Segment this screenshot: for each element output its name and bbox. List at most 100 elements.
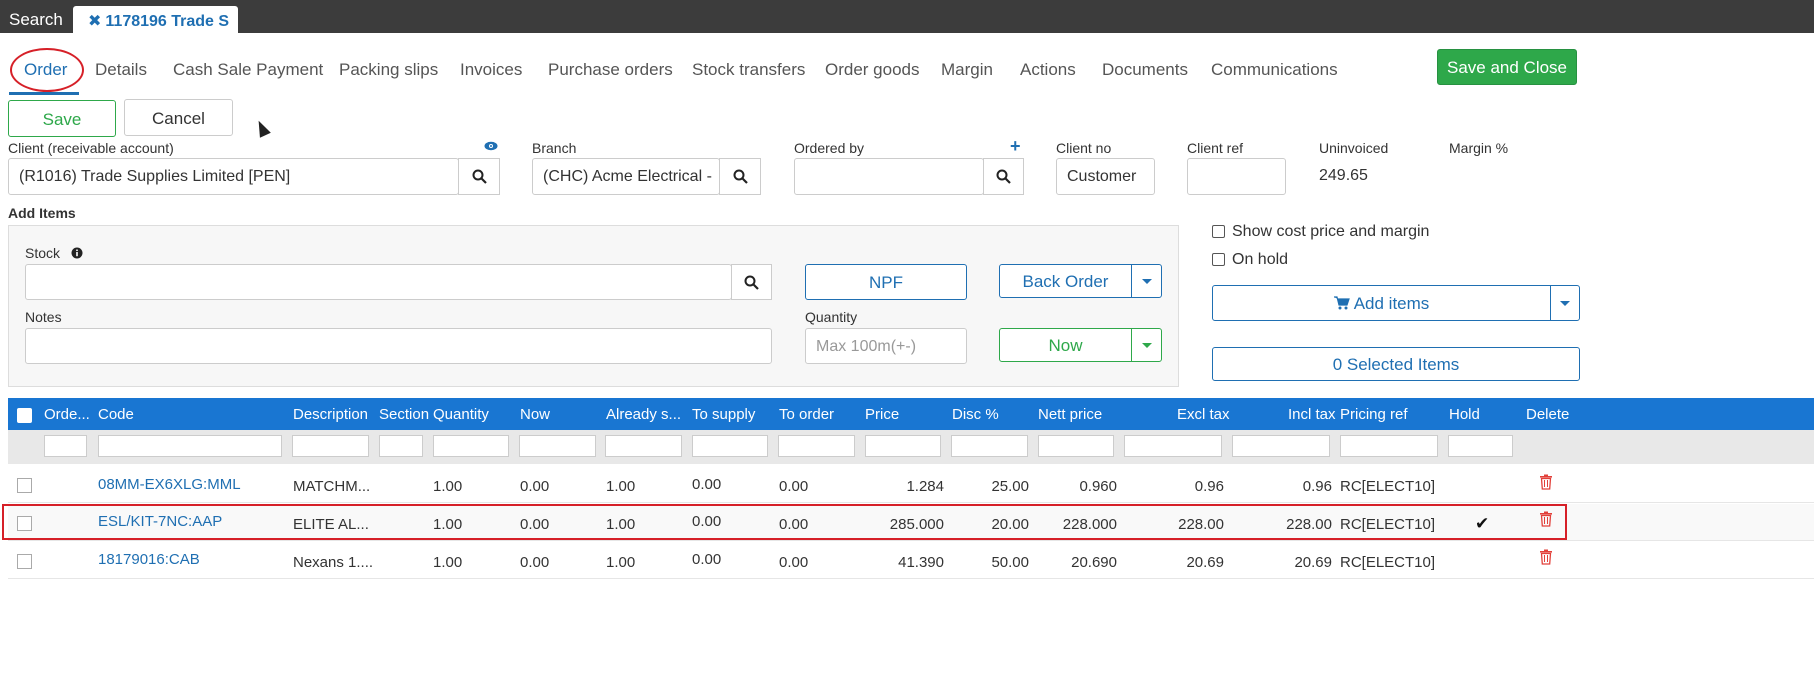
row-pricing-ref: RC[ELECT10]	[1340, 478, 1436, 495]
show-cost-checkbox[interactable]	[1212, 225, 1225, 238]
col-hold[interactable]: Hold	[1449, 406, 1480, 423]
col-excl-tax[interactable]: Excl tax	[1177, 406, 1230, 423]
ordered-by-search-button[interactable]	[983, 158, 1024, 195]
filter-nett[interactable]	[1038, 435, 1114, 457]
tab-packing-slips[interactable]: Packing slips	[339, 60, 438, 80]
back-order-button[interactable]: Back Order	[999, 264, 1132, 298]
row-code-link[interactable]: 08MM-EX6XLG:MML	[98, 476, 241, 493]
tab-invoices[interactable]: Invoices	[460, 60, 522, 80]
row-code-link[interactable]: 18179016:CAB	[98, 551, 200, 568]
tab-cash-sale-payment[interactable]: Cash Sale Payment	[173, 60, 323, 80]
selected-items-button[interactable]: 0 Selected Items	[1212, 347, 1580, 381]
back-order-dropdown[interactable]	[1131, 264, 1162, 298]
row-disc[interactable]: 50.00	[951, 554, 1029, 571]
filter-already[interactable]	[605, 435, 682, 457]
on-hold-checkbox[interactable]	[1212, 253, 1225, 266]
stock-label: Stock	[25, 245, 61, 261]
branch-search-button[interactable]	[719, 158, 761, 195]
filter-section[interactable]	[379, 435, 423, 457]
trash-icon[interactable]	[1539, 549, 1553, 570]
order-doc-tab[interactable]: ✖ 1178196 Trade S	[73, 6, 238, 33]
eye-icon[interactable]	[484, 139, 498, 157]
notes-input[interactable]	[25, 328, 772, 364]
tab-documents[interactable]: Documents	[1102, 60, 1188, 80]
tab-purchase-orders[interactable]: Purchase orders	[548, 60, 673, 80]
ordered-by-input[interactable]	[794, 158, 984, 195]
filter-code[interactable]	[98, 435, 282, 457]
row-pricing-ref: RC[ELECT10]	[1340, 554, 1436, 571]
row-now[interactable]: 0.00	[520, 478, 549, 495]
plus-icon[interactable]: +	[1010, 136, 1021, 157]
row-now[interactable]: 0.00	[520, 554, 549, 571]
row-quantity[interactable]: 1.00	[433, 478, 462, 495]
uninvoiced-label: Uninvoiced	[1319, 140, 1389, 156]
filter-now[interactable]	[519, 435, 596, 457]
filter-incl[interactable]	[1232, 435, 1330, 457]
col-description[interactable]: Description	[293, 406, 368, 423]
now-dropdown[interactable]	[1131, 328, 1162, 362]
stock-input[interactable]	[25, 264, 732, 300]
col-pricing-ref[interactable]: Pricing ref	[1340, 406, 1408, 423]
client-no-input[interactable]: Customer	[1056, 158, 1155, 195]
col-price[interactable]: Price	[865, 406, 899, 423]
row-excl: 20.69	[1186, 554, 1224, 571]
filter-price[interactable]	[865, 435, 941, 457]
col-code[interactable]: Code	[98, 406, 134, 423]
filter-excl[interactable]	[1124, 435, 1222, 457]
now-button[interactable]: Now	[999, 328, 1132, 362]
tab-stock-transfers[interactable]: Stock transfers	[692, 60, 805, 80]
search-tab[interactable]: Search	[9, 10, 63, 30]
row-nett[interactable]: 0.960	[1038, 478, 1117, 495]
filter-disc[interactable]	[951, 435, 1028, 457]
row-quantity[interactable]: 1.00	[433, 554, 462, 571]
highlight-circle	[10, 48, 84, 92]
filter-pricing-ref[interactable]	[1340, 435, 1438, 457]
search-icon	[744, 275, 759, 290]
filter-quantity[interactable]	[433, 435, 509, 457]
col-order[interactable]: Orde...	[44, 406, 90, 423]
col-disc[interactable]: Disc %	[952, 406, 999, 423]
row-checkbox[interactable]	[17, 478, 32, 493]
tab-margin[interactable]: Margin	[941, 60, 993, 80]
client-input[interactable]: (R1016) Trade Supplies Limited [PEN]	[8, 158, 459, 195]
col-to-order[interactable]: To order	[779, 406, 834, 423]
cancel-button[interactable]: Cancel	[124, 99, 233, 136]
filter-description[interactable]	[292, 435, 369, 457]
select-all-checkbox[interactable]	[17, 408, 32, 423]
filter-to-supply[interactable]	[692, 435, 768, 457]
col-now[interactable]: Now	[520, 406, 550, 423]
npf-button[interactable]: NPF	[805, 264, 967, 300]
trash-icon[interactable]	[1539, 474, 1553, 495]
row-nett[interactable]: 20.690	[1038, 554, 1117, 571]
tab-order-goods[interactable]: Order goods	[825, 60, 920, 80]
tab-actions[interactable]: Actions	[1020, 60, 1076, 80]
row-checkbox[interactable]	[17, 554, 32, 569]
col-incl-tax[interactable]: Incl tax	[1288, 406, 1336, 423]
uninvoiced-value: 249.65	[1319, 167, 1368, 184]
branch-input[interactable]: (CHC) Acme Electrical -	[532, 158, 720, 195]
col-quantity[interactable]: Quantity	[433, 406, 489, 423]
save-and-close-button[interactable]: Save and Close	[1437, 49, 1577, 85]
quantity-input[interactable]: Max 100m(+-)	[805, 328, 967, 364]
filter-order[interactable]	[44, 435, 87, 457]
row-price[interactable]: 1.284	[865, 478, 944, 495]
add-items-dropdown[interactable]	[1550, 285, 1580, 321]
row-price[interactable]: 41.390	[865, 554, 944, 571]
row-disc[interactable]: 25.00	[951, 478, 1029, 495]
filter-hold[interactable]	[1448, 435, 1513, 457]
col-already-supplied[interactable]: Already s...	[606, 406, 681, 423]
filter-to-order[interactable]	[778, 435, 855, 457]
save-button[interactable]: Save	[8, 100, 116, 137]
close-icon[interactable]: ✖	[88, 13, 101, 30]
col-to-supply[interactable]: To supply	[692, 406, 755, 423]
col-section[interactable]: Section	[379, 406, 429, 423]
tab-details[interactable]: Details	[95, 60, 147, 80]
add-items-button[interactable]: Add items	[1212, 285, 1551, 321]
client-search-button[interactable]	[458, 158, 500, 195]
tab-communications[interactable]: Communications	[1211, 60, 1338, 80]
col-delete[interactable]: Delete	[1526, 406, 1569, 423]
client-ref-input[interactable]	[1187, 158, 1286, 195]
stock-search-button[interactable]	[731, 264, 772, 300]
col-nett-price[interactable]: Nett price	[1038, 406, 1102, 423]
info-icon[interactable]	[71, 246, 83, 264]
